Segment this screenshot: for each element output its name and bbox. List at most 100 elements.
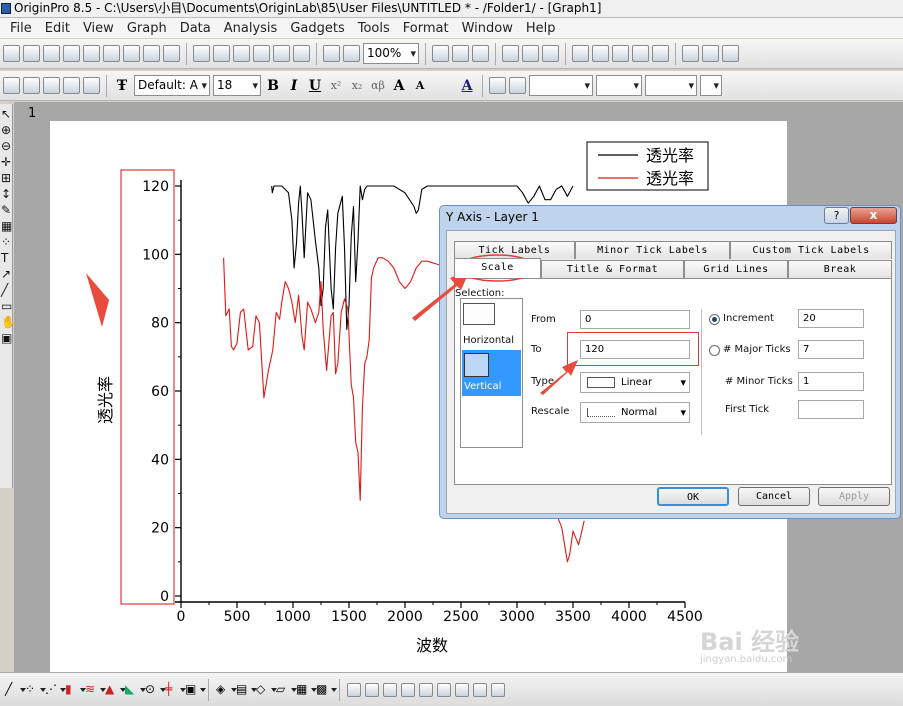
open-icon[interactable]: [193, 45, 210, 62]
horizontal-axis-icon[interactable]: [463, 303, 495, 325]
major-ticks-radio[interactable]: [709, 345, 720, 356]
x-tick-label[interactable]: 1000: [275, 609, 311, 625]
export-icon[interactable]: [293, 45, 310, 62]
hand-tool-icon[interactable]: ✋: [1, 316, 16, 328]
regional-mask-icon[interactable]: ▦: [1, 220, 12, 232]
area-plot-icon[interactable]: ▲: [105, 682, 126, 698]
bold-button[interactable]: B: [264, 78, 282, 94]
y-tick-label[interactable]: 40: [151, 452, 169, 468]
subscript-button[interactable]: x₂: [348, 79, 366, 92]
legend[interactable]: 透光率 透光率: [586, 141, 709, 191]
align-left-icon[interactable]: [347, 682, 361, 697]
y-tick-label[interactable]: 60: [151, 384, 169, 400]
region-tool-icon[interactable]: ▣: [1, 332, 12, 344]
decrease-font-button[interactable]: A: [411, 79, 429, 92]
menu-file[interactable]: File: [4, 21, 39, 36]
x-tick-label[interactable]: 3000: [499, 609, 535, 625]
y-axis-title[interactable]: 透光率: [96, 376, 115, 424]
draw-data-icon[interactable]: ✎: [1, 204, 11, 216]
first-tick-input[interactable]: [798, 400, 864, 419]
zoom-out-tool-icon[interactable]: ⊖: [1, 140, 11, 152]
tab-minor-tick-labels[interactable]: Minor Tick Labels: [575, 241, 730, 259]
fill-color-icon[interactable]: [489, 77, 506, 94]
zoom-in-tool-icon[interactable]: ⊕: [1, 124, 11, 136]
pointer-mode-icon[interactable]: [3, 77, 20, 94]
tab-scale[interactable]: Scale: [454, 258, 541, 278]
message-log-icon[interactable]: [612, 45, 629, 62]
font-name-select[interactable]: Default: A: [134, 75, 210, 96]
multi-curve-icon[interactable]: ≋: [85, 682, 106, 698]
x-tick-label[interactable]: 4500: [667, 609, 703, 625]
print-icon[interactable]: [432, 45, 449, 62]
mask-points-icon[interactable]: ⁘: [1, 236, 11, 248]
cancel-button[interactable]: Cancel: [738, 487, 810, 506]
major-ticks-input[interactable]: 7: [798, 340, 864, 359]
line-plot-icon[interactable]: ╱: [5, 682, 26, 698]
layer-new-icon[interactable]: [702, 45, 719, 62]
new-project-icon[interactable]: [3, 45, 20, 62]
import-icon[interactable]: [323, 45, 340, 62]
y-tick-label[interactable]: 120: [142, 179, 169, 195]
y-tick-label[interactable]: 0: [160, 589, 169, 605]
align-icon[interactable]: [432, 77, 442, 94]
align-top-icon[interactable]: [383, 682, 397, 697]
increment-input[interactable]: 20: [798, 309, 864, 328]
3d-wire-icon[interactable]: ◇: [256, 682, 277, 698]
underline-button[interactable]: U: [306, 78, 324, 94]
new-workbook-icon[interactable]: [43, 45, 60, 62]
stock-plot-icon[interactable]: ╪: [165, 682, 186, 698]
tab-break[interactable]: Break: [788, 260, 892, 278]
contour-plot-icon[interactable]: ▦: [296, 682, 317, 698]
menu-window[interactable]: Window: [456, 21, 520, 36]
import-ascii-icon[interactable]: [343, 45, 360, 62]
x-tick-label[interactable]: 0: [177, 609, 186, 625]
superscript-button[interactable]: x²: [327, 79, 345, 92]
script-window-icon[interactable]: [592, 45, 609, 62]
increase-font-button[interactable]: A: [390, 78, 408, 94]
pattern-width-select[interactable]: [700, 75, 722, 96]
new-excel-icon[interactable]: [63, 45, 80, 62]
send-back-icon[interactable]: [455, 682, 469, 697]
x-tick-label[interactable]: 500: [224, 609, 251, 625]
new-folder-icon[interactable]: [23, 45, 40, 62]
menu-data[interactable]: Data: [174, 21, 218, 36]
dialog-help-button[interactable]: ?: [824, 207, 849, 224]
save-project-icon[interactable]: [253, 45, 270, 62]
zoom-select[interactable]: 100%: [363, 43, 419, 64]
align-center-icon[interactable]: [419, 682, 433, 697]
align-right-icon[interactable]: [365, 682, 379, 697]
tab-title-format[interactable]: Title & Format: [541, 260, 684, 278]
fill-pattern-select[interactable]: [645, 75, 697, 96]
rectangle-tool-icon[interactable]: ▭: [1, 300, 12, 312]
data-reader-icon[interactable]: ⊞: [1, 172, 11, 184]
menu-edit[interactable]: Edit: [39, 21, 77, 36]
refresh-icon[interactable]: [472, 45, 489, 62]
save-template-icon[interactable]: [273, 45, 290, 62]
menu-analysis[interactable]: Analysis: [218, 21, 285, 36]
font-color-button[interactable]: A: [458, 78, 476, 94]
code-builder-icon[interactable]: [502, 45, 519, 62]
minor-ticks-input[interactable]: 1: [798, 372, 864, 391]
tab-grid-lines[interactable]: Grid Lines: [684, 260, 788, 278]
new-matrix-icon[interactable]: [103, 45, 120, 62]
menu-gadgets[interactable]: Gadgets: [284, 21, 351, 36]
3d-ribbon-icon[interactable]: ▱: [276, 682, 297, 698]
x-tick-label[interactable]: 4000: [611, 609, 647, 625]
x-tick-label[interactable]: 3500: [555, 609, 591, 625]
duplicate-icon[interactable]: [452, 45, 469, 62]
x-tick-label[interactable]: 2000: [387, 609, 423, 625]
selection-horizontal[interactable]: Horizontal: [463, 335, 514, 346]
polar-plot-icon[interactable]: ⊙: [145, 682, 166, 698]
selection-vertical-item[interactable]: Vertical: [462, 350, 521, 396]
ok-button[interactable]: OK: [657, 487, 729, 506]
highlight-icon[interactable]: [23, 77, 40, 94]
x-axis-title[interactable]: 波数: [416, 636, 448, 655]
layer-tools-icon[interactable]: [43, 77, 60, 94]
screen-reader-icon[interactable]: ✛: [1, 156, 11, 168]
menu-graph[interactable]: Graph: [121, 21, 174, 36]
new-notes-icon[interactable]: [163, 45, 180, 62]
font-size-select[interactable]: 18: [213, 75, 261, 96]
3d-bars-icon[interactable]: ▤: [236, 682, 257, 698]
origin-app-icon[interactable]: [1, 3, 11, 14]
text-tool-icon[interactable]: T: [1, 252, 11, 264]
